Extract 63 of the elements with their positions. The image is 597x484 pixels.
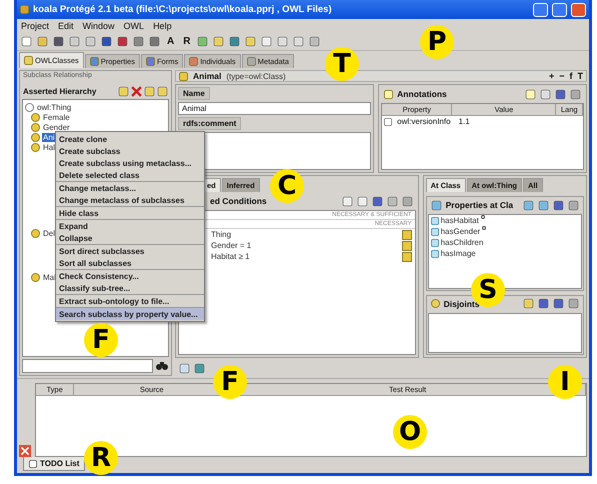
maximize-button[interactable] (552, 2, 567, 16)
toolbar-button[interactable]: R (181, 36, 192, 47)
property-item[interactable]: hasChildren (440, 238, 484, 248)
property-item[interactable]: hasHabitat (440, 216, 479, 226)
tree-item[interactable]: Ani (42, 132, 56, 142)
menu-item[interactable]: Classify sub-tree... (56, 282, 204, 294)
tab[interactable]: TODO List (23, 457, 86, 471)
tree-item[interactable]: Gender (42, 122, 71, 132)
tree-item[interactable]: Del (42, 228, 56, 238)
window-title: koala Protégé 2.1 beta (file:\C:\projects\owl\koala.pprj , OWL Files) (33, 4, 332, 15)
panel-title: Properties at Cla (446, 200, 514, 210)
menu-item[interactable]: Extract sub-ontology to file... (56, 295, 204, 307)
menu-item[interactable]: OWL (124, 21, 144, 31)
menu-item[interactable]: Delete selected class (56, 169, 204, 181)
tree-item[interactable]: Female (42, 112, 71, 122)
panel-title: ed Conditions (210, 196, 267, 206)
table-cell-text: 1.1 (458, 117, 471, 126)
menu-item[interactable]: Help (153, 21, 172, 31)
tab-icon (246, 57, 256, 66)
tab-icon (24, 56, 33, 65)
class-type: (type=owl:Class) (226, 72, 286, 81)
field-label: Name (178, 87, 210, 100)
header-action[interactable]: T (578, 71, 583, 82)
toolbar-button[interactable]: A (165, 36, 176, 47)
tab-icon (189, 57, 198, 66)
delete-icon[interactable] (131, 86, 142, 96)
field-label: rdfs:comment (178, 117, 242, 130)
property-item[interactable]: hasImage (440, 249, 476, 258)
menu-item[interactable]: Create subclass using metaclass... (56, 157, 204, 169)
search-field[interactable] (22, 359, 153, 373)
header-action[interactable]: − (559, 71, 564, 82)
menu-item[interactable]: Create clone (56, 133, 204, 145)
tab-icon (146, 57, 155, 66)
hierarchy-title: Asserted Hierarchy (23, 86, 96, 96)
name-field[interactable]: Animal (178, 102, 372, 116)
condition[interactable]: Gender = 1 (211, 241, 252, 250)
menu-item[interactable]: Edit (58, 21, 74, 31)
tree-item[interactable]: owl:Thing (36, 102, 72, 112)
close-icon[interactable] (19, 445, 31, 457)
close-button[interactable] (571, 2, 586, 16)
property-item[interactable]: hasGender (440, 227, 480, 236)
menu-item[interactable]: Check Consistency... (56, 270, 204, 282)
panel-title: Annotations (397, 89, 447, 100)
tree-item[interactable]: Hal (42, 142, 56, 152)
class-name: Animal (193, 71, 222, 82)
header-action[interactable]: + (548, 71, 554, 82)
menu-item[interactable]: Change metaclass of subclasses (56, 194, 204, 206)
menu-item[interactable]: Project (21, 21, 50, 31)
menu-item[interactable]: Create subclass (56, 145, 204, 157)
menu-item[interactable]: Change metaclass... (56, 182, 204, 194)
header-action[interactable]: f (570, 71, 572, 82)
tab-icon (90, 57, 99, 66)
menu-item[interactable]: Window (82, 21, 115, 31)
menu-item[interactable]: Sort direct subclasses (56, 245, 204, 257)
minimize-button[interactable] (533, 2, 548, 16)
menu-item[interactable]: Collapse (56, 232, 204, 244)
menu-item[interactable]: Search subclass by property value... (56, 308, 204, 320)
table-cell-text: owl:versionInfo (396, 117, 452, 126)
menu-item[interactable]: Sort all subclasses (56, 257, 204, 269)
menu-item[interactable]: Hide class (56, 207, 204, 219)
condition[interactable]: Habitat ≥ 1 (211, 252, 250, 262)
search-icon[interactable] (155, 359, 169, 373)
condition[interactable]: Thing (211, 230, 232, 240)
